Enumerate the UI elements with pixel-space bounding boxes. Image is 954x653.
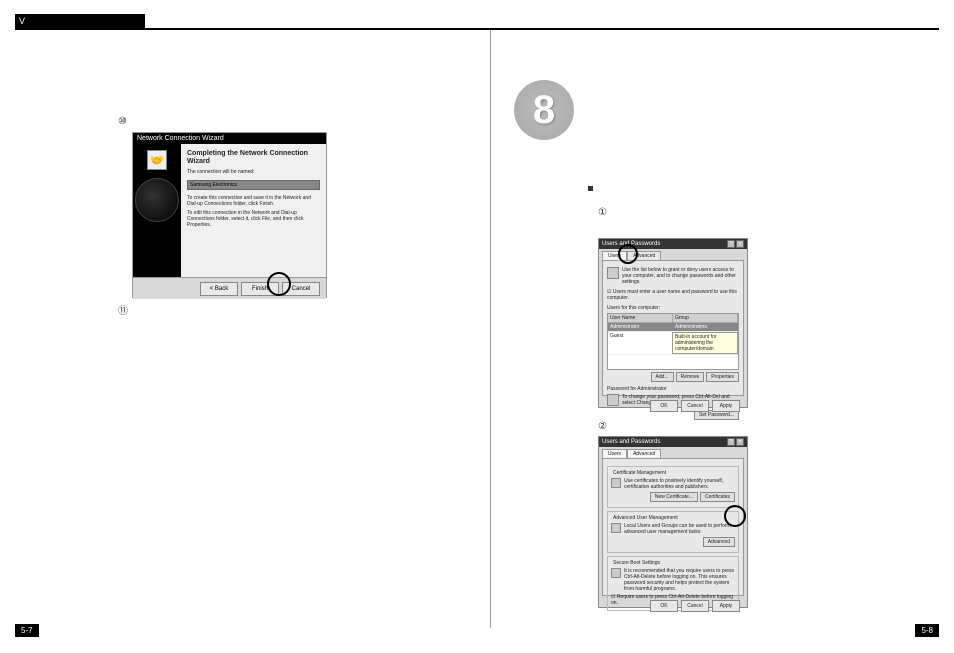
add-button[interactable]: Add... bbox=[651, 372, 674, 382]
handshake-icon: 🤝 bbox=[147, 150, 167, 170]
apply-button[interactable]: Apply bbox=[712, 600, 740, 612]
finish-button[interactable]: Finish bbox=[241, 282, 279, 296]
step-2: ② bbox=[598, 421, 607, 432]
tab-users[interactable]: Users bbox=[602, 251, 627, 260]
d1-title-bar: Users and Passwords ? × bbox=[599, 239, 747, 249]
ok-button[interactable]: OK bbox=[650, 600, 678, 612]
boot-desc: It is recommended that you require users… bbox=[624, 568, 735, 592]
header-rule bbox=[15, 28, 939, 30]
properties-button[interactable]: Properties bbox=[706, 372, 739, 382]
new-cert-button[interactable]: New Certificate... bbox=[650, 492, 698, 502]
tab-users[interactable]: Users bbox=[602, 449, 627, 458]
wizard-button-row: < Back Finish Cancel bbox=[133, 277, 326, 299]
help-icon[interactable]: ? bbox=[727, 240, 735, 248]
close-icon[interactable]: × bbox=[736, 438, 744, 446]
cert-desc: Use certificates to positively identify … bbox=[624, 478, 735, 490]
wizard-heading: Completing the Network Connection Wizard bbox=[187, 150, 320, 165]
require-password-checkbox[interactable]: ☑ Users must enter a user name and passw… bbox=[607, 289, 739, 301]
cancel-button[interactable]: Cancel bbox=[681, 400, 709, 412]
apply-button[interactable]: Apply bbox=[712, 400, 740, 412]
header-text: V bbox=[19, 16, 25, 26]
chapter-number: 8 bbox=[514, 80, 574, 140]
step-10: ⑩ bbox=[118, 116, 127, 127]
table-row[interactable]: Administrator Administrators bbox=[608, 323, 738, 332]
d1-desc: Use the list below to grant or deny user… bbox=[622, 267, 739, 285]
users-icon bbox=[607, 267, 619, 279]
remove-button[interactable]: Remove bbox=[676, 372, 705, 382]
help-icon[interactable]: ? bbox=[727, 438, 735, 446]
wizard-title: Network Connection Wizard bbox=[133, 133, 326, 144]
adv-desc: Local Users and Groups can be used to pe… bbox=[624, 523, 735, 535]
ok-button[interactable]: OK bbox=[650, 400, 678, 412]
wizard-line1: The connection will be named: bbox=[187, 169, 320, 175]
users-passwords-dialog-2: Users and Passwords ? × Users Advanced C… bbox=[598, 436, 748, 608]
users-table: User Name Group Administrator Administra… bbox=[607, 313, 739, 370]
advanced-button[interactable]: Advanced bbox=[703, 537, 735, 547]
adv-user-mgmt-label: Advanced User Management bbox=[611, 515, 680, 521]
col-group: Group bbox=[673, 314, 738, 322]
tooltip: Built-in account for administering the c… bbox=[672, 332, 738, 354]
cancel-button[interactable]: Cancel bbox=[681, 600, 709, 612]
tab-advanced[interactable]: Advanced bbox=[627, 251, 661, 260]
table-row[interactable]: Guest Built-in account for administering… bbox=[608, 332, 738, 355]
network-wizard-dialog: Network Connection Wizard 🤝 Completing t… bbox=[132, 132, 327, 298]
d2-title-bar: Users and Passwords ? × bbox=[599, 437, 747, 447]
wizard-sidebar: 🤝 bbox=[133, 144, 181, 277]
wizard-line2: To create this connection and save it in… bbox=[187, 195, 320, 207]
page-num-left: 5-7 bbox=[15, 624, 39, 637]
users-group-icon bbox=[611, 523, 621, 533]
globe-icon bbox=[135, 178, 179, 222]
users-passwords-dialog-1: Users and Passwords ? × Users Advanced U… bbox=[598, 238, 748, 408]
connection-name-input[interactable] bbox=[187, 180, 320, 190]
page-num-right: 5-8 bbox=[915, 624, 939, 637]
page-divider bbox=[490, 30, 491, 628]
col-username: User Name bbox=[608, 314, 673, 322]
cert-mgmt-label: Certificate Management bbox=[611, 470, 668, 476]
wizard-line3: To edit this connection in the Network a… bbox=[187, 210, 320, 228]
users-list-label: Users for this computer: bbox=[607, 305, 739, 311]
header-tab: V bbox=[15, 14, 145, 29]
password-section-label: Password for Administrator bbox=[607, 386, 739, 392]
cancel-button[interactable]: Cancel bbox=[282, 282, 320, 296]
close-icon[interactable]: × bbox=[736, 240, 744, 248]
wizard-content: Completing the Network Connection Wizard… bbox=[181, 144, 326, 277]
back-button[interactable]: < Back bbox=[200, 282, 238, 296]
step-1: ① bbox=[598, 207, 607, 218]
d2-title: Users and Passwords bbox=[602, 439, 660, 445]
lock-icon bbox=[611, 568, 621, 578]
marker-dot bbox=[588, 186, 593, 191]
step-11: ⑪ bbox=[118, 302, 128, 317]
certificate-icon bbox=[611, 478, 621, 488]
secure-boot-label: Secure Boot Settings bbox=[611, 560, 662, 566]
certificates-button[interactable]: Certificates bbox=[700, 492, 735, 502]
tab-advanced[interactable]: Advanced bbox=[627, 449, 661, 458]
d1-title: Users and Passwords bbox=[602, 241, 660, 247]
